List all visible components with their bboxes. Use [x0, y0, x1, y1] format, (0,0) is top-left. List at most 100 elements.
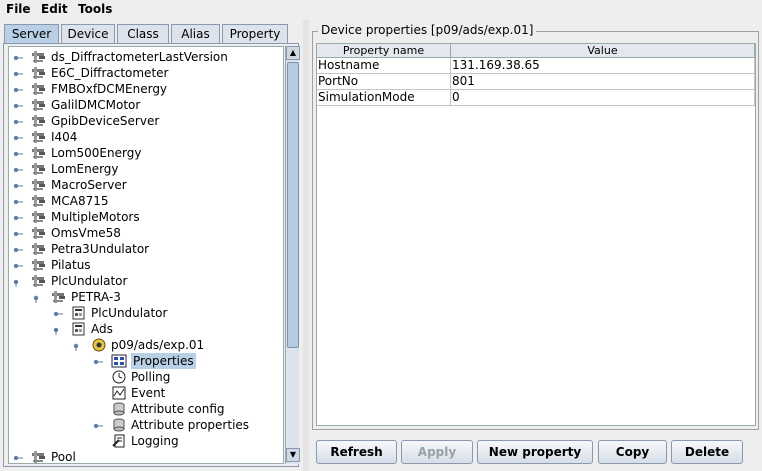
delete-button[interactable]: Delete: [671, 440, 743, 464]
cell-property-name[interactable]: Hostname: [317, 58, 451, 74]
server-icon: [31, 49, 47, 65]
tree-item-server[interactable]: E6C_Diffractometer: [13, 65, 279, 81]
tree-item-server[interactable]: Lom500Energy: [13, 145, 279, 161]
menu-edit[interactable]: Edit: [41, 2, 68, 16]
logging-icon: [111, 433, 127, 449]
collapsed-handle-icon[interactable]: [53, 308, 63, 318]
collapsed-handle-icon[interactable]: [13, 132, 23, 142]
tree-item-server[interactable]: Pilatus: [13, 257, 279, 273]
expanded-handle-icon[interactable]: [53, 324, 63, 335]
class-icon: [71, 305, 87, 321]
tree-item-server[interactable]: LomEnergy: [13, 161, 279, 177]
tree-item-label: PlcUndulator: [91, 306, 168, 320]
server-icon: [31, 81, 47, 97]
tree-item-server[interactable]: MultipleMotors: [13, 209, 279, 225]
server-tree[interactable]: ds_DiffractometerLastVersion E6C_Diffract…: [8, 46, 284, 464]
column-header-value[interactable]: Value: [451, 44, 755, 58]
cell-property-name[interactable]: SimulationMode: [317, 90, 451, 106]
tree-panel: ds_DiffractometerLastVersion E6C_Diffract…: [3, 43, 300, 467]
tree-item-event[interactable]: Event: [93, 385, 279, 401]
tab-alias[interactable]: Alias: [171, 24, 220, 43]
tree-item-server[interactable]: I404: [13, 129, 279, 145]
collapsed-handle-icon[interactable]: [13, 452, 23, 462]
tree-item-device[interactable]: p09/ads/exp.01: [73, 337, 279, 353]
tree-item-logging[interactable]: Logging: [93, 433, 279, 449]
tree-item-server[interactable]: GalilDMCMotor: [13, 97, 279, 113]
tree-item-server[interactable]: Pool: [13, 449, 279, 463]
tree-item-label: GalilDMCMotor: [51, 98, 141, 112]
server-icon: [31, 113, 47, 129]
event-icon: [111, 385, 127, 401]
expanded-handle-icon[interactable]: [33, 292, 43, 303]
expanded-handle-icon[interactable]: [73, 340, 83, 351]
cell-property-value[interactable]: 801: [451, 74, 755, 90]
split-pane-divider[interactable]: [303, 20, 309, 471]
collapsed-handle-icon[interactable]: [13, 196, 23, 206]
properties-table: Property name Value Hostname 131.169.38.…: [316, 43, 756, 426]
apply-button[interactable]: Apply: [401, 440, 473, 464]
tree-scrollbar[interactable]: ▲ ▼: [285, 46, 300, 464]
device-properties-title: Device properties [p09/ads/exp.01]: [318, 23, 537, 37]
tree-item-attribute-config[interactable]: Attribute config: [93, 401, 279, 417]
collapsed-handle-icon[interactable]: [93, 420, 103, 430]
refresh-button[interactable]: Refresh: [316, 440, 397, 464]
properties-icon: [111, 353, 127, 369]
tree-item-server[interactable]: MacroServer: [13, 177, 279, 193]
tree-item-label: Polling: [131, 370, 171, 384]
tree-item-class[interactable]: PlcUndulator: [53, 305, 279, 321]
tree-item-label: OmsVme58: [51, 226, 121, 240]
server-icon: [31, 97, 47, 113]
collapsed-handle-icon[interactable]: [13, 116, 23, 126]
tree-item-server[interactable]: ds_DiffractometerLastVersion: [13, 49, 279, 65]
collapsed-handle-icon[interactable]: [13, 212, 23, 222]
tree-item-server[interactable]: Petra3Undulator: [13, 241, 279, 257]
menu-file[interactable]: File: [6, 2, 31, 16]
server-icon: [31, 209, 47, 225]
column-header-property-name[interactable]: Property name: [317, 44, 451, 58]
tree-item-server[interactable]: OmsVme58: [13, 225, 279, 241]
tab-class[interactable]: Class: [117, 24, 169, 43]
tree-item-attribute-properties[interactable]: Attribute properties: [93, 417, 279, 433]
tree-item-label: Properties: [131, 353, 196, 369]
collapsed-handle-icon[interactable]: [13, 100, 23, 110]
collapsed-handle-icon[interactable]: [93, 356, 103, 366]
cell-property-value[interactable]: 131.169.38.65: [451, 58, 755, 74]
scroll-up-arrow-icon[interactable]: ▲: [286, 46, 300, 60]
tree-item-server[interactable]: MCA8715: [13, 193, 279, 209]
server-icon: [51, 289, 67, 305]
tree-item-polling[interactable]: Polling: [93, 369, 279, 385]
tab-server[interactable]: Server: [4, 24, 59, 44]
tree-item-label: MCA8715: [51, 194, 109, 208]
cell-property-value[interactable]: 0: [451, 90, 755, 106]
collapsed-handle-icon[interactable]: [13, 180, 23, 190]
tree-item-server[interactable]: FMBOxfDCMEnergy: [13, 81, 279, 97]
copy-button[interactable]: Copy: [598, 440, 667, 464]
collapsed-handle-icon[interactable]: [13, 148, 23, 158]
tab-property[interactable]: Property: [222, 24, 288, 43]
tree-item-instance[interactable]: PETRA-3: [33, 289, 279, 305]
tree-item-class[interactable]: Ads: [53, 321, 279, 337]
tree-item-server[interactable]: PlcUndulator: [13, 273, 279, 289]
tree-item-label: p09/ads/exp.01: [111, 338, 205, 352]
tree-item-label: Pilatus: [51, 258, 91, 272]
tree-item-label: LomEnergy: [51, 162, 119, 176]
tree-item-label: I404: [51, 130, 78, 144]
tree-item-server[interactable]: GpibDeviceServer: [13, 113, 279, 129]
scroll-thumb[interactable]: [287, 62, 299, 348]
collapsed-handle-icon[interactable]: [13, 68, 23, 78]
collapsed-handle-icon[interactable]: [13, 84, 23, 94]
tree-item-label: Event: [131, 386, 166, 400]
tree-item-properties[interactable]: Properties: [93, 353, 279, 369]
new-property-button[interactable]: New property: [477, 440, 593, 464]
collapsed-handle-icon[interactable]: [13, 228, 23, 238]
scroll-down-arrow-icon[interactable]: ▼: [286, 448, 300, 462]
tab-device[interactable]: Device: [61, 24, 115, 43]
cell-property-name[interactable]: PortNo: [317, 74, 451, 90]
collapsed-handle-icon[interactable]: [13, 52, 23, 62]
tree-item-label: Petra3Undulator: [51, 242, 150, 256]
collapsed-handle-icon[interactable]: [13, 244, 23, 254]
collapsed-handle-icon[interactable]: [13, 164, 23, 174]
expanded-handle-icon[interactable]: [13, 276, 23, 287]
collapsed-handle-icon[interactable]: [13, 260, 23, 270]
menu-tools[interactable]: Tools: [78, 2, 112, 16]
